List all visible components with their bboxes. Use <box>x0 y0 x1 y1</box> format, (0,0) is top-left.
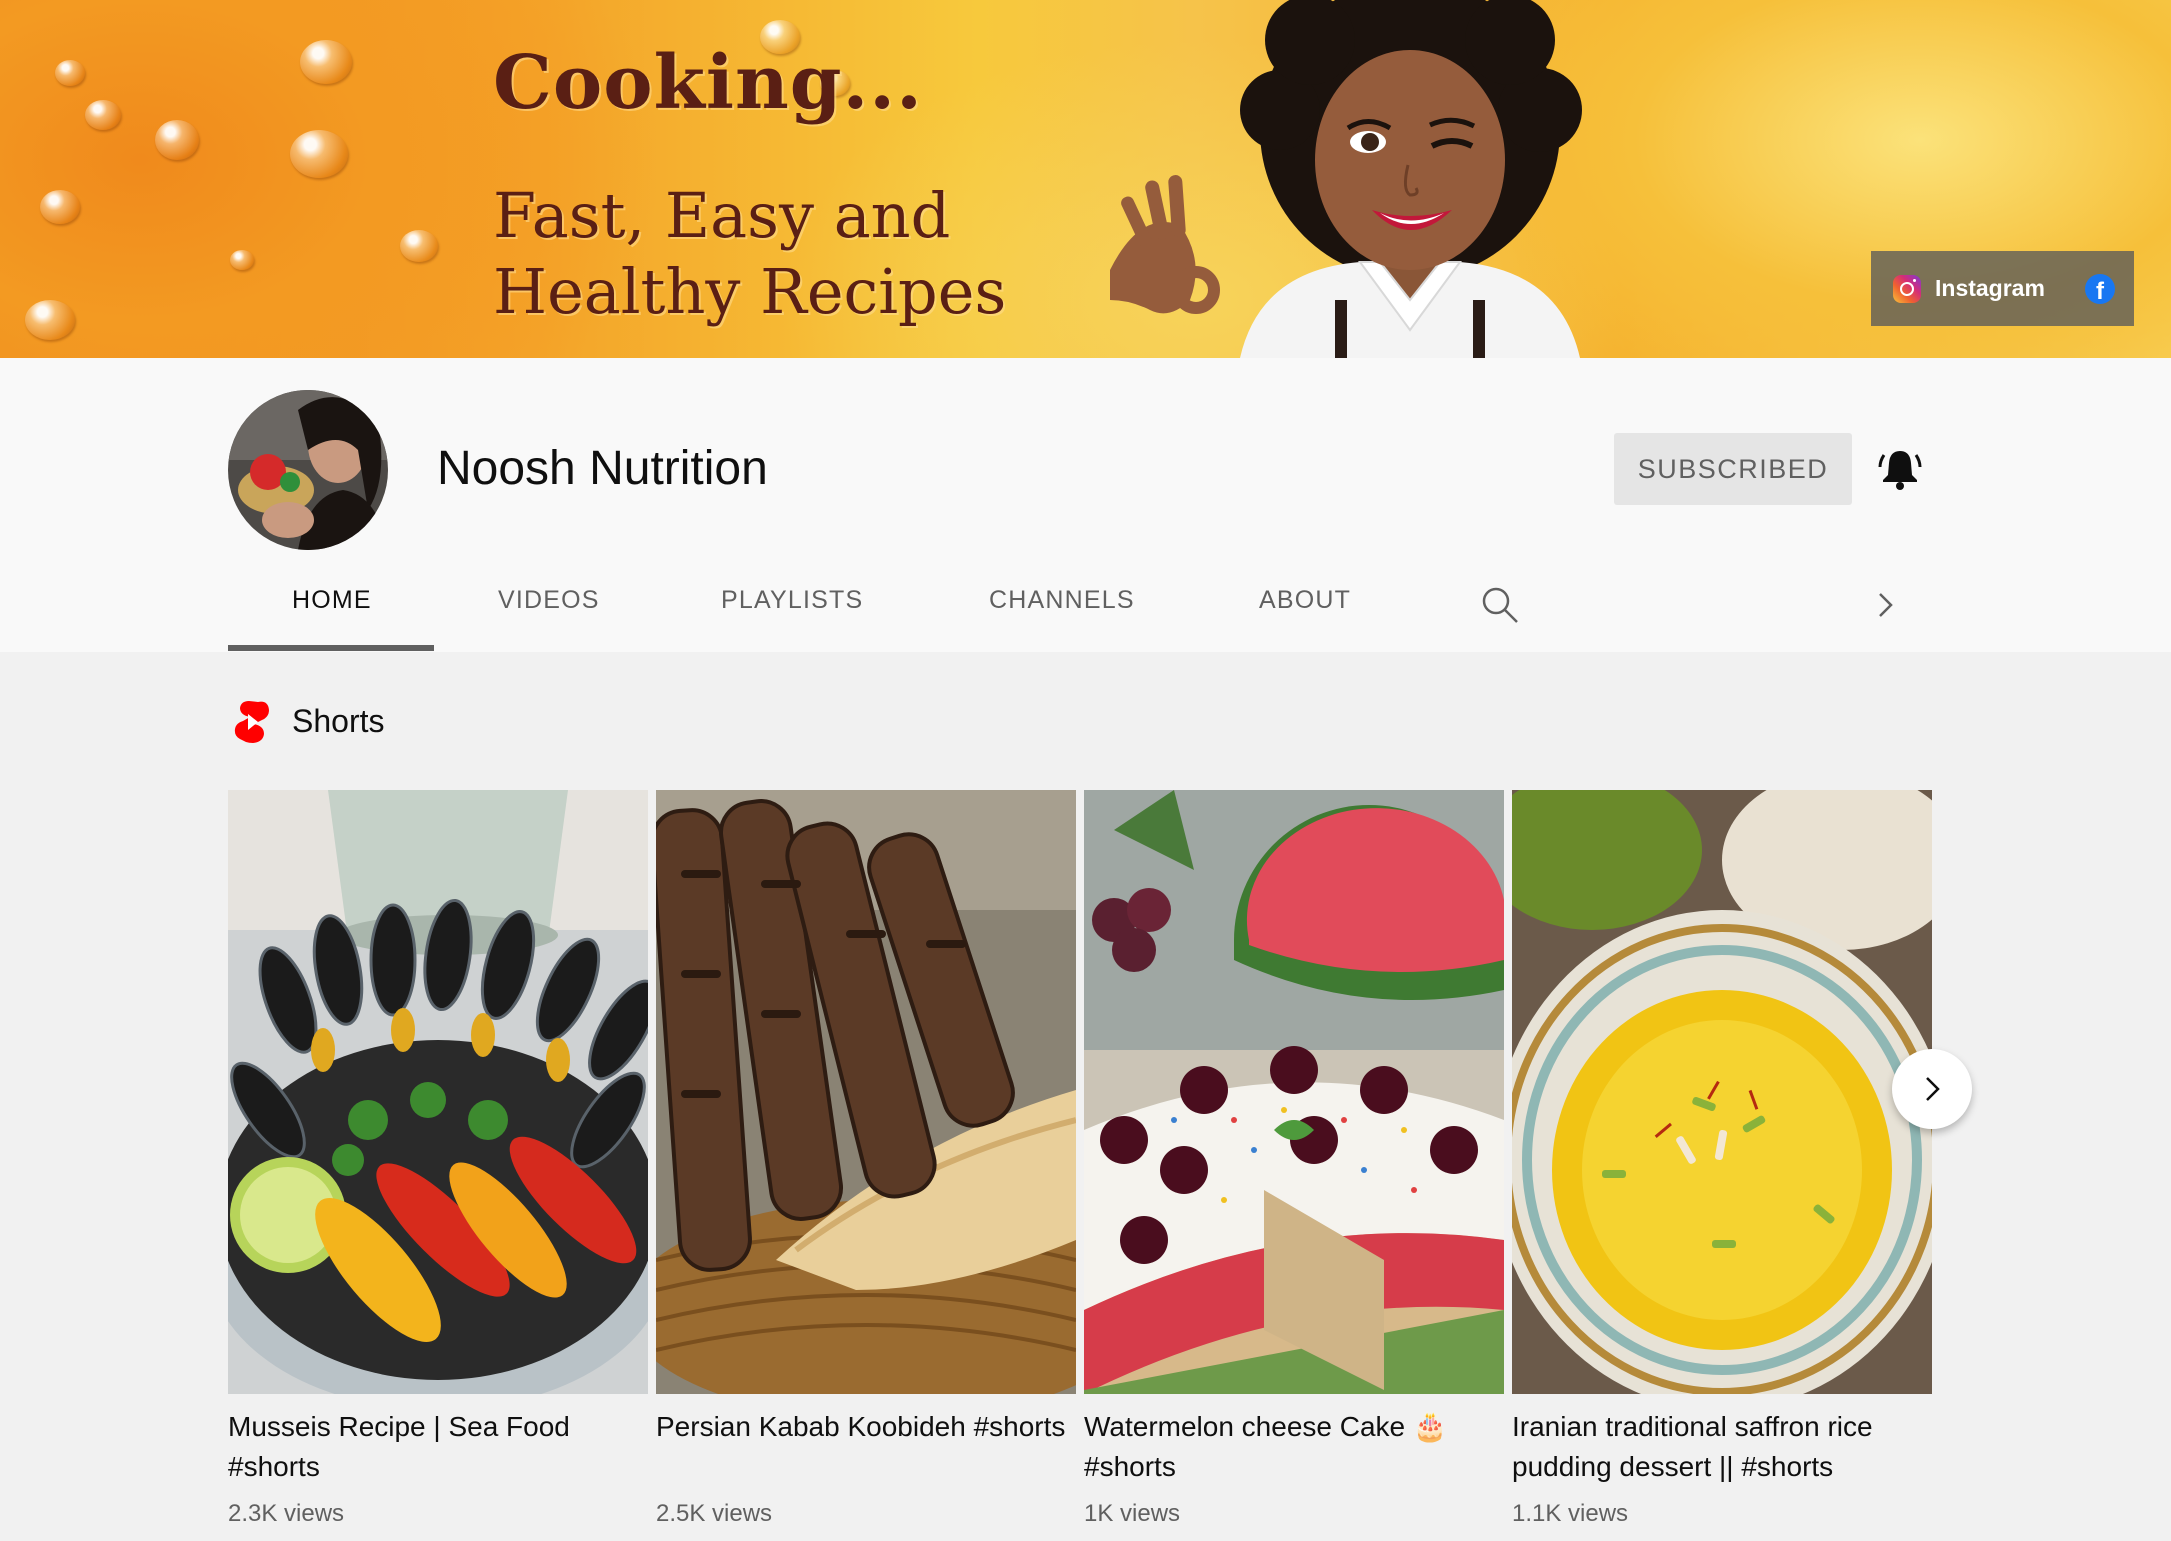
channel-banner: Cooking... Fast, Easy and Healthy Recipe… <box>0 0 2171 358</box>
short-thumbnail-4[interactable] <box>1512 790 1932 1394</box>
tab-home[interactable]: HOME <box>292 586 372 615</box>
short-title-1[interactable]: Musseis Recipe | Sea Food #shorts <box>228 1407 648 1487</box>
facebook-icon[interactable]: f <box>2084 273 2115 304</box>
instagram-link[interactable]: Instagram <box>1935 275 2045 302</box>
active-tab-indicator <box>228 645 434 651</box>
banner-title: Cooking... <box>493 40 923 126</box>
avatar[interactable] <box>228 390 388 550</box>
tab-playlists[interactable]: PLAYLISTS <box>721 586 863 615</box>
tab-about[interactable]: ABOUT <box>1259 586 1351 615</box>
water-drop <box>290 130 348 178</box>
banner-social-links: Instagram f <box>1871 251 2134 326</box>
short-views-1: 2.3K views <box>228 1500 345 1527</box>
water-drop <box>400 230 438 262</box>
tab-videos[interactable]: VIDEOS <box>498 586 600 615</box>
short-thumbnail-2[interactable] <box>656 790 1076 1394</box>
banner-subtitle-line: Healthy Recipes <box>493 255 1007 328</box>
banner-subtitle-line: Fast, Easy and <box>493 179 951 252</box>
chevron-right-icon <box>1926 1077 1940 1101</box>
water-drop <box>300 40 352 84</box>
shelf-next-button[interactable] <box>1892 1049 1972 1129</box>
bell-ringing-icon[interactable] <box>1876 445 1924 493</box>
water-drop <box>230 250 254 270</box>
shorts-logo-icon <box>234 701 269 743</box>
water-drop <box>55 60 85 86</box>
short-title-4[interactable]: Iranian traditional saffron rice pudding… <box>1512 1407 1932 1487</box>
short-title-3[interactable]: Watermelon cheese Cake 🎂 #shorts <box>1084 1407 1504 1487</box>
channel-name: Noosh Nutrition <box>437 442 768 495</box>
subscribe-button[interactable]: SUBSCRIBED <box>1614 433 1852 505</box>
short-views-2: 2.5K views <box>656 1500 773 1527</box>
water-drop <box>40 190 80 224</box>
chef-illustration <box>1110 0 1582 358</box>
short-thumbnail-1[interactable] <box>228 790 648 1394</box>
short-views-3: 1K views <box>1084 1500 1181 1527</box>
water-drop <box>85 100 121 130</box>
water-drop <box>155 120 199 160</box>
short-views-4: 1.1K views <box>1512 1500 1629 1527</box>
chevron-right-icon[interactable] <box>1870 588 1900 622</box>
banner-subtitle: Fast, Easy and Healthy Recipes <box>493 178 1006 330</box>
short-thumbnail-3[interactable] <box>1084 790 1504 1394</box>
search-icon[interactable] <box>1480 585 1520 625</box>
shelf-title: Shorts <box>292 703 385 739</box>
water-drop <box>25 300 75 340</box>
tab-channels[interactable]: CHANNELS <box>989 586 1135 615</box>
short-title-2[interactable]: Persian Kabab Koobideh #shorts <box>656 1407 1076 1447</box>
instagram-icon[interactable] <box>1893 274 1921 303</box>
